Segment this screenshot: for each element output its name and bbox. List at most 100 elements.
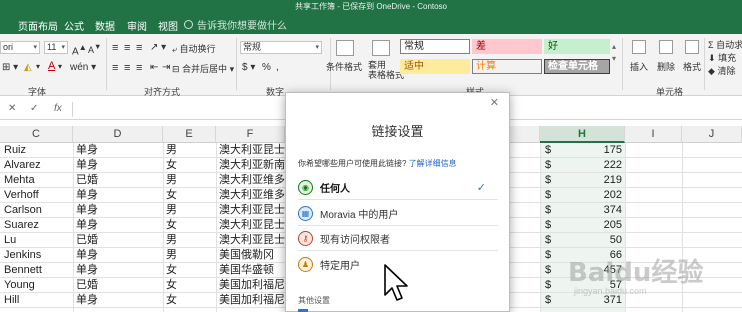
cell-gender[interactable]: 男 xyxy=(166,143,214,158)
cell-currency[interactable]: $ xyxy=(545,173,559,188)
cell-country[interactable]: 澳大利亚新南 xyxy=(219,158,285,173)
cell-amount[interactable]: 205 xyxy=(560,218,622,233)
cell-amount[interactable]: 222 xyxy=(560,158,622,173)
cell-name[interactable]: Verhoff xyxy=(4,188,70,203)
cell-country[interactable]: 澳大利亚维多 xyxy=(219,188,285,203)
cell-currency[interactable]: $ xyxy=(545,158,559,173)
style-good[interactable]: 好 xyxy=(544,39,610,54)
cell-name[interactable]: Jenkins xyxy=(4,248,70,263)
cell-gender[interactable]: 男 xyxy=(166,233,214,248)
decrease-indent-icon[interactable]: ⇤ xyxy=(150,62,158,73)
clear-button[interactable]: ◆ 清除 xyxy=(708,64,735,77)
cell-currency[interactable]: $ xyxy=(545,293,559,308)
cell-gender[interactable]: 男 xyxy=(166,248,214,263)
tab-formulas[interactable]: 公式 xyxy=(64,18,84,33)
cell-country[interactable]: 美国俄勒冈 xyxy=(219,248,285,263)
column-header-d[interactable]: D xyxy=(73,126,163,143)
style-normal[interactable]: 常规 xyxy=(400,39,470,54)
cell-status[interactable]: 已婚 xyxy=(76,233,160,248)
cell-status[interactable]: 单身 xyxy=(76,248,160,263)
format-as-table-button[interactable]: 套用 表格格式 xyxy=(368,60,404,80)
cell-status[interactable]: 单身 xyxy=(76,158,160,173)
cell-gender[interactable]: 男 xyxy=(166,173,214,188)
fill-color-icon[interactable]: ◭ xyxy=(24,62,32,73)
cell-gender[interactable]: 女 xyxy=(166,293,214,308)
learn-more-link[interactable]: 了解详细信息 xyxy=(409,159,457,168)
borders-icon[interactable]: ⊞ ▾ xyxy=(2,62,18,73)
grow-font-icon[interactable]: A▲ xyxy=(72,42,87,57)
cell-status[interactable]: 单身 xyxy=(76,218,160,233)
function-icon[interactable]: fx xyxy=(54,103,62,114)
align-bottom-icon[interactable]: ≡ xyxy=(136,42,142,54)
style-calculation[interactable]: 计算 xyxy=(472,59,542,74)
align-center-icon[interactable]: ≡ xyxy=(124,62,130,74)
column-header-c[interactable]: C xyxy=(0,126,73,143)
cell-country[interactable]: 澳大利亚维多 xyxy=(219,173,285,188)
cell-gender[interactable]: 女 xyxy=(166,188,214,203)
option-org-users[interactable]: ▦ Moravia 中的用户 xyxy=(298,202,498,226)
cell-amount[interactable]: 202 xyxy=(560,188,622,203)
tab-review[interactable]: 审阅 xyxy=(127,18,147,33)
styles-scroll-up-icon[interactable]: ▴ xyxy=(612,42,616,51)
conditional-format-button[interactable]: 条件格式 xyxy=(326,60,362,73)
cell-country[interactable]: 澳大利亚昆士 xyxy=(219,218,285,233)
column-header-g[interactable]: G xyxy=(510,126,540,143)
cell-currency[interactable]: $ xyxy=(545,248,559,263)
fill-button[interactable]: ⬇ 填充 xyxy=(708,51,736,64)
autosum-button[interactable]: Σ 自动求 xyxy=(708,38,742,51)
cell-status[interactable]: 单身 xyxy=(76,293,160,308)
cell-status[interactable]: 已婚 xyxy=(76,173,160,188)
font-size-combo[interactable]: 11 ▾ xyxy=(44,41,68,54)
delete-button[interactable]: 删除 xyxy=(657,60,675,73)
cell-status[interactable]: 已婚 xyxy=(76,278,160,293)
number-format-combo[interactable]: 常规 ▾ xyxy=(240,41,322,54)
cell-country[interactable]: 澳大利亚昆士 xyxy=(219,233,285,248)
cell-name[interactable]: Ruiz xyxy=(4,143,70,158)
cell-name[interactable]: Hill xyxy=(4,293,70,308)
cell-currency[interactable]: $ xyxy=(545,188,559,203)
cell-country[interactable]: 澳大利亚昆士 xyxy=(219,143,285,158)
column-header-h[interactable]: H xyxy=(540,126,625,143)
style-check-cell[interactable]: 检查单元格 xyxy=(544,59,610,74)
cell-country[interactable]: 美国华盛顿 xyxy=(219,263,285,278)
cell-gender[interactable]: 女 xyxy=(166,263,214,278)
cancel-icon[interactable]: ✕ xyxy=(8,103,16,114)
cell-gender[interactable]: 女 xyxy=(166,158,214,173)
format-button[interactable]: 格式 xyxy=(683,60,701,73)
cell-currency[interactable]: $ xyxy=(545,278,559,293)
style-bad[interactable]: 差 xyxy=(472,39,542,54)
enter-icon[interactable]: ✓ xyxy=(30,103,38,114)
cell-amount[interactable]: 175 xyxy=(560,143,622,158)
cell-status[interactable]: 单身 xyxy=(76,263,160,278)
cell-country[interactable]: 美国加利福尼 xyxy=(219,278,285,293)
option-existing-access[interactable]: ⚷ 现有访问权限者 xyxy=(298,227,498,251)
tell-me-box[interactable]: 告诉我你想要做什么 xyxy=(184,17,287,32)
align-left-icon[interactable]: ≡ xyxy=(112,62,118,74)
align-top-icon[interactable]: ≡ xyxy=(112,42,118,54)
cell-status[interactable]: 单身 xyxy=(76,203,160,218)
shrink-font-icon[interactable]: A▼ xyxy=(88,42,101,55)
percent-icon[interactable]: % xyxy=(262,62,271,73)
align-right-icon[interactable]: ≡ xyxy=(136,62,142,74)
cell-currency[interactable]: $ xyxy=(545,143,559,158)
column-header-f[interactable]: F xyxy=(216,126,285,143)
merge-center-button[interactable]: ⊟ 合并后居中 ▾ xyxy=(172,62,234,75)
cell-gender[interactable]: 男 xyxy=(166,203,214,218)
tab-page-layout[interactable]: 页面布局 xyxy=(18,18,58,33)
increase-indent-icon[interactable]: ⇥ xyxy=(162,62,170,73)
cell-country[interactable]: 澳大利亚昆士 xyxy=(219,203,285,218)
cell-status[interactable]: 单身 xyxy=(76,143,160,158)
cell-name[interactable]: Mehta xyxy=(4,173,70,188)
comma-icon[interactable]: , xyxy=(276,62,279,73)
column-header-j[interactable]: J xyxy=(682,126,742,143)
cell-gender[interactable]: 女 xyxy=(166,278,214,293)
orientation-icon[interactable]: ↗ ▾ xyxy=(150,42,166,53)
option-anyone[interactable]: ◉ 任何人 ✓ xyxy=(298,176,498,200)
cell-gender[interactable]: 女 xyxy=(166,218,214,233)
cell-currency[interactable]: $ xyxy=(545,263,559,278)
tab-view[interactable]: 视图 xyxy=(158,18,178,33)
wrap-text-button[interactable]: ⤶ 自动换行 xyxy=(172,42,216,55)
cell-amount[interactable]: 374 xyxy=(560,203,622,218)
cell-name[interactable]: Young xyxy=(4,278,70,293)
cell-amount[interactable]: 219 xyxy=(560,173,622,188)
